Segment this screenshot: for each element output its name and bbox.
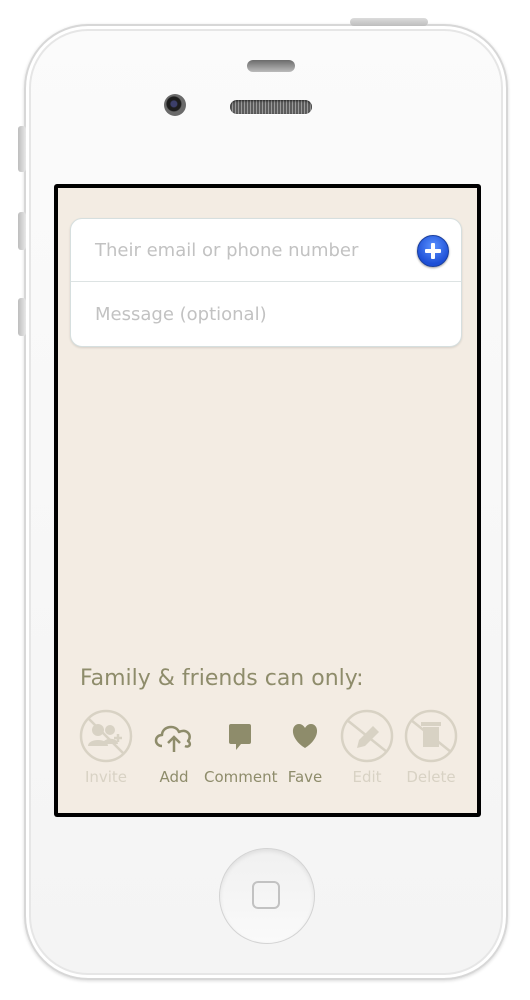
volume-down-button [18,298,26,336]
mute-switch [18,126,26,172]
permission-label-delete: Delete [406,768,456,786]
email-field[interactable]: Their email or phone number [71,219,461,282]
permission-delete[interactable]: Delete [395,708,467,798]
permission-invite[interactable]: Invite [70,708,142,798]
permission-add[interactable]: Add [138,708,210,798]
permission-label-comment: Comment [204,768,278,786]
pencil-icon [340,709,394,763]
permission-label-invite: Invite [84,768,128,786]
speaker-grill [230,100,312,114]
permission-label-edit: Edit [352,768,382,786]
permissions-title: Family & friends can only: [80,666,364,691]
trash-icon [404,709,458,763]
add-contact-button[interactable] [417,235,449,267]
app-screen: Their email or phone number Message (opt… [58,188,477,813]
earpiece-slot [247,60,295,72]
permissions-row: Invite Add Comment Fave Edit Delete [58,708,477,798]
comment-icon [229,724,251,750]
permission-comment[interactable]: Comment [204,708,278,798]
message-field[interactable]: Message (optional) [71,283,461,346]
front-camera [164,94,186,116]
home-button[interactable] [219,848,315,944]
power-button [350,18,428,26]
permission-label-add: Add [159,768,189,786]
home-square-icon [252,881,280,909]
permission-edit[interactable]: Edit [331,708,403,798]
cloud-upload-icon [154,725,192,752]
volume-up-button [18,212,26,250]
invite-icon [79,709,133,763]
invite-form: Their email or phone number Message (opt… [70,218,462,347]
